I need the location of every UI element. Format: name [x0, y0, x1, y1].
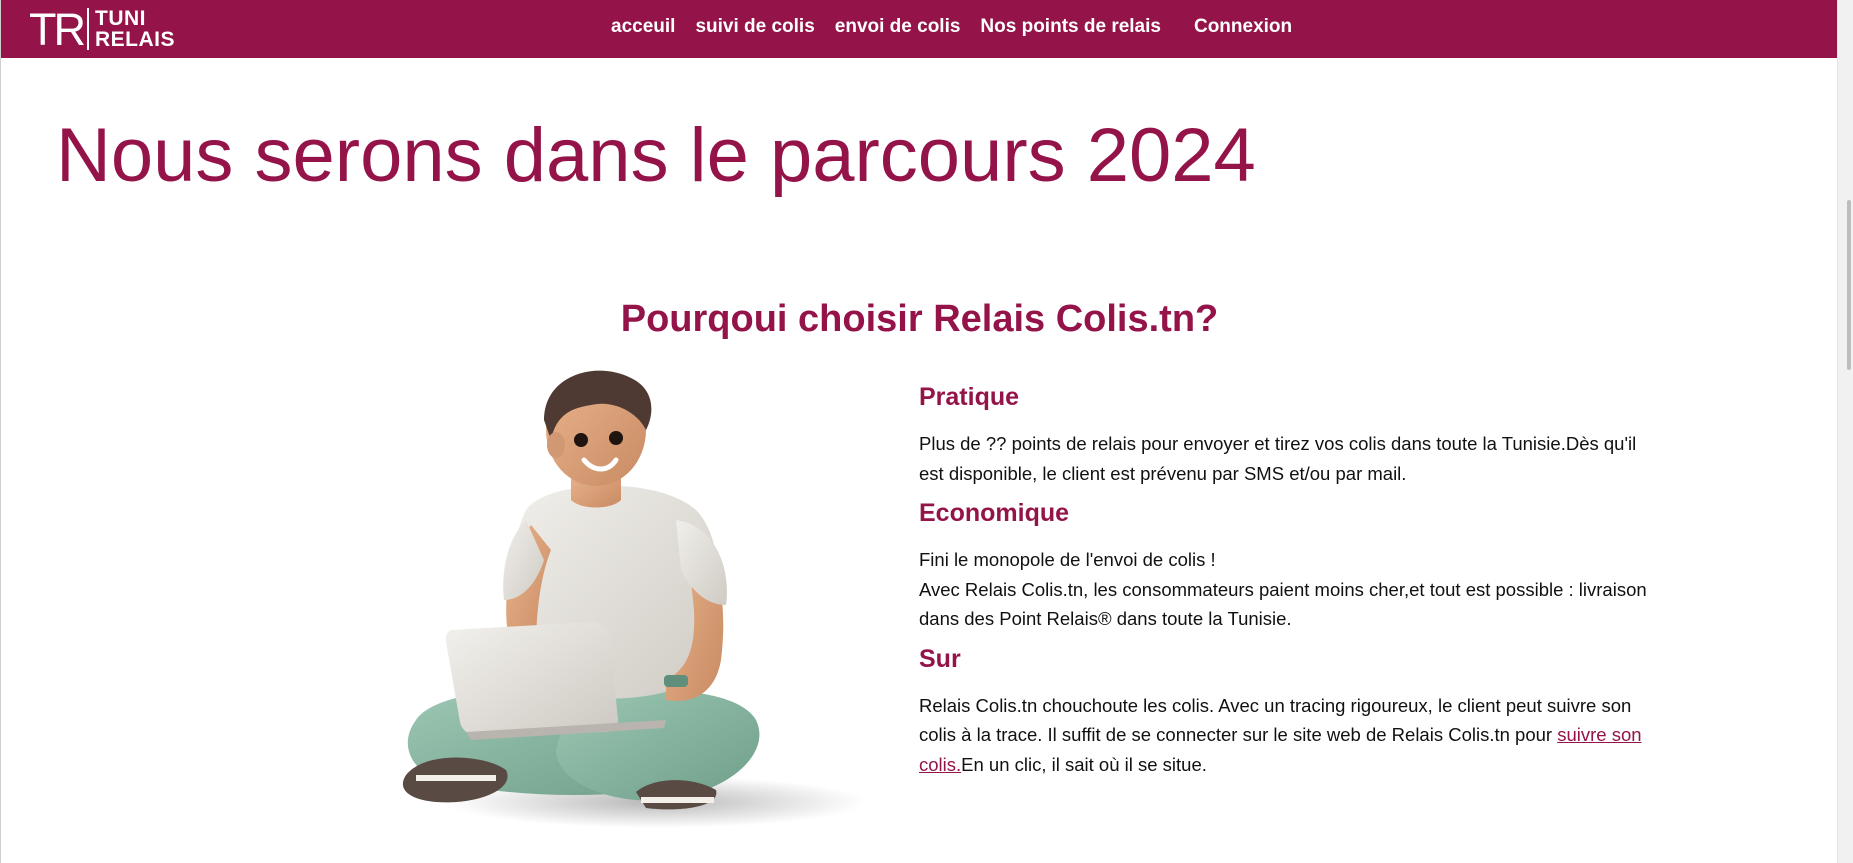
nav-link-suivi-de-colis[interactable]: suivi de colis [695, 16, 814, 38]
nav-link-acceuil[interactable]: acceuil [611, 16, 675, 38]
nav-link-points-de-relais[interactable]: Nos points de relais [980, 16, 1161, 38]
section-title: Pourqoui choisir Relais Colis.tn? [620, 298, 1219, 340]
login-link[interactable]: Connexion [1194, 16, 1292, 38]
brand-logo[interactable]: TR TUNI RELAIS [29, 5, 175, 53]
feature-text: Fini le monopole de l'envoi de colis ! A… [919, 545, 1664, 634]
page: TR TUNI RELAIS acceuil suivi de colis en… [0, 0, 1853, 863]
feature-title: Pratique [919, 383, 1020, 411]
hero-title: Nous serons dans le parcours 2024 [56, 113, 1256, 198]
page-scrollbar[interactable] [1837, 0, 1853, 863]
feature-text-line-1: Fini le monopole de l'envoi de colis ! [919, 549, 1216, 570]
feature-sur: Sur Relais Colis.tn chouchoute les colis… [919, 644, 1664, 780]
person-with-laptop-illustration [396, 360, 866, 830]
logo-mark: TR [29, 3, 86, 55]
feature-text-line-2: Avec Relais Colis.tn, les consommateurs … [919, 578, 1647, 630]
feature-text-after-link: En un clic, il sait où il se situe. [961, 753, 1207, 775]
feature-text: Plus de ?? points de relais pour envoyer… [919, 433, 1637, 484]
logo-line-2: RELAIS [95, 28, 176, 51]
feature-title: Economique [919, 499, 1070, 527]
nav-link-envoi-de-colis[interactable]: envoi de colis [835, 16, 961, 38]
top-navbar: TR TUNI RELAIS acceuil suivi de colis en… [1, 0, 1838, 58]
scrollbar-thumb[interactable] [1847, 200, 1851, 370]
feature-economique: Economique Fini le monopole de l'envoi d… [919, 498, 1664, 634]
feature-text: Relais Colis.tn chouchoute les colis. Av… [919, 691, 1664, 780]
feature-title: Sur [919, 644, 961, 673]
feature-text-before-link: Relais Colis.tn chouchoute les colis. Av… [919, 694, 1632, 746]
logo-divider [87, 8, 89, 50]
logo-wordmark: TUNI RELAIS [95, 8, 175, 50]
main-nav: acceuil suivi de colis envoi de colis No… [611, 0, 1312, 53]
logo-line-1: TUNI [95, 7, 146, 30]
feature-pratique: Pratique Plus de ?? points de relais pou… [919, 382, 1664, 488]
features-list: Pratique Plus de ?? points de relais pou… [919, 382, 1664, 789]
